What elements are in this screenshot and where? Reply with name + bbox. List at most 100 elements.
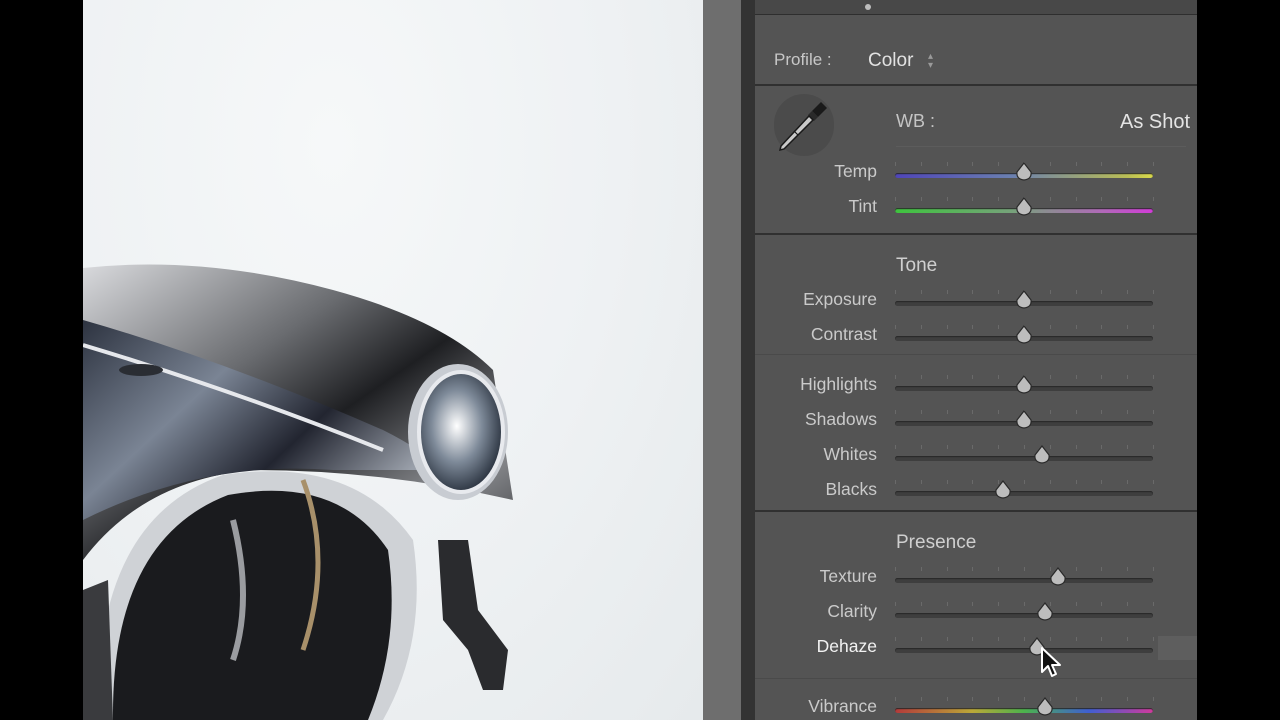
tick <box>972 290 973 294</box>
tick <box>895 445 896 449</box>
panel-scroll-handle[interactable] <box>1158 636 1197 660</box>
tick <box>998 375 999 379</box>
tick <box>998 567 999 571</box>
tick <box>1127 410 1128 414</box>
texture-slider-track[interactable] <box>895 578 1153 583</box>
black-border <box>1197 0 1280 720</box>
tick <box>921 602 922 606</box>
dehaze-slider-track[interactable] <box>895 648 1153 653</box>
tick <box>972 637 973 641</box>
eyedropper-icon[interactable] <box>774 94 834 156</box>
tick <box>1076 637 1077 641</box>
tint-label: Tint <box>848 196 877 216</box>
tick <box>1153 290 1154 294</box>
texture-ticks <box>895 567 1154 571</box>
shadows-label: Shadows <box>805 409 877 429</box>
tick <box>895 197 896 201</box>
tick <box>998 290 999 294</box>
whites-label: Whites <box>823 444 877 464</box>
temp-label: Temp <box>834 161 877 181</box>
tick <box>1024 567 1025 571</box>
tick <box>972 162 973 166</box>
tick <box>947 162 948 166</box>
tick <box>972 697 973 701</box>
tick <box>1153 602 1154 606</box>
tick <box>921 325 922 329</box>
tick <box>972 567 973 571</box>
tick <box>947 637 948 641</box>
panel-edge <box>741 0 755 720</box>
divider <box>755 678 1197 679</box>
tick <box>972 325 973 329</box>
tick <box>1127 290 1128 294</box>
exposure-label: Exposure <box>803 289 877 309</box>
tick <box>998 445 999 449</box>
tick <box>1127 445 1128 449</box>
develop-panel: Profile : Color ▴ ▾ WB : As Shot Tone Pre… <box>755 0 1197 720</box>
tick <box>921 697 922 701</box>
tick <box>1153 197 1154 201</box>
vibrance-slider-track[interactable] <box>895 708 1153 713</box>
tick <box>1101 445 1102 449</box>
tick <box>1101 480 1102 484</box>
tick <box>1050 197 1051 201</box>
tick <box>1127 375 1128 379</box>
tick <box>998 325 999 329</box>
tick <box>947 602 948 606</box>
filmstrip-gutter <box>703 0 741 720</box>
tick <box>1024 637 1025 641</box>
tick <box>1153 637 1154 641</box>
tick <box>947 325 948 329</box>
tick <box>921 637 922 641</box>
updown-arrows-icon[interactable]: ▴ ▾ <box>928 52 933 71</box>
profile-select[interactable]: Color <box>868 50 913 72</box>
tick <box>947 197 948 201</box>
mouse-pointer-icon <box>1040 646 1064 687</box>
clarity-slider-track[interactable] <box>895 613 1153 618</box>
tick <box>947 290 948 294</box>
tick <box>1153 325 1154 329</box>
tick <box>972 410 973 414</box>
tick <box>998 162 999 166</box>
tick <box>947 375 948 379</box>
tick <box>998 637 999 641</box>
tick <box>998 602 999 606</box>
clarity-label: Clarity <box>827 601 877 621</box>
tick <box>1076 197 1077 201</box>
tick <box>1076 602 1077 606</box>
wb-preset-select[interactable]: As Shot <box>1120 111 1190 134</box>
tick <box>947 410 948 414</box>
tick <box>1101 602 1102 606</box>
wb-label: WB : <box>896 111 935 131</box>
whites-slider-track[interactable] <box>895 456 1153 461</box>
tick <box>1076 325 1077 329</box>
tick <box>895 697 896 701</box>
tick <box>1076 445 1077 449</box>
tick <box>1050 480 1051 484</box>
texture-label: Texture <box>819 566 877 586</box>
divider <box>755 354 1197 355</box>
tick <box>998 697 999 701</box>
vibrance-ticks <box>895 697 1154 701</box>
tick <box>1127 325 1128 329</box>
tick <box>1076 480 1077 484</box>
tick <box>972 480 973 484</box>
tick <box>1050 162 1051 166</box>
presence-title: Presence <box>896 532 977 553</box>
tick <box>972 445 973 449</box>
tick <box>972 602 973 606</box>
tick <box>895 637 896 641</box>
tick <box>1127 697 1128 701</box>
highlights-label: Highlights <box>800 374 877 394</box>
tick <box>1076 410 1077 414</box>
tick <box>1101 162 1102 166</box>
tick <box>1076 162 1077 166</box>
tick <box>1076 375 1077 379</box>
tick <box>1050 290 1051 294</box>
tick <box>1127 567 1128 571</box>
tick <box>921 290 922 294</box>
tick <box>1127 162 1128 166</box>
tick <box>895 162 896 166</box>
blacks-slider-track[interactable] <box>895 491 1153 496</box>
tick <box>1153 162 1154 166</box>
